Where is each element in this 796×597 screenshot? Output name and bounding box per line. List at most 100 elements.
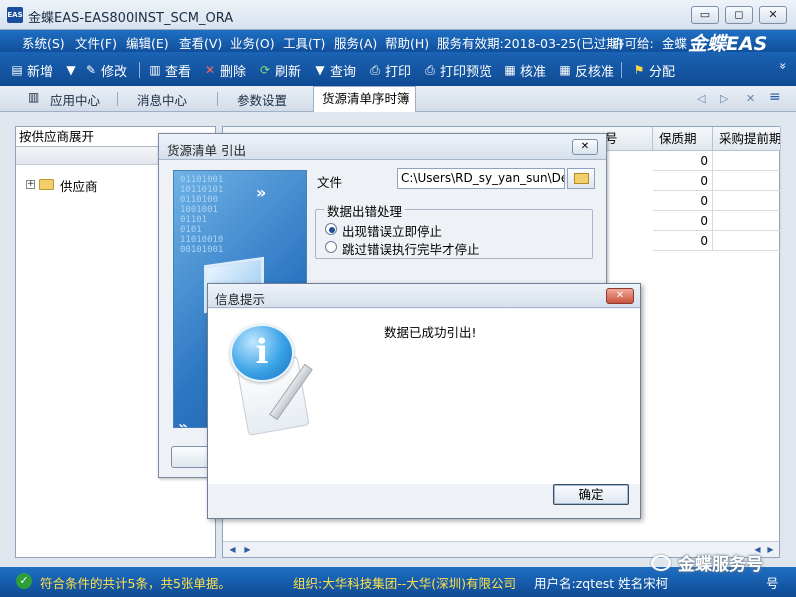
grid-cell[interactable]: 0 xyxy=(653,191,713,211)
grid-cell[interactable]: 0 xyxy=(653,231,713,251)
menubar: 系统(S) 文件(F) 编辑(E) 查看(V) 业务(O) 工具(T) 服务(A… xyxy=(0,30,796,55)
tab-next-icon[interactable]: ▷ xyxy=(720,92,728,105)
menu-edit[interactable]: 编辑(E) xyxy=(126,33,169,52)
view-button-label: 查看 xyxy=(165,64,192,80)
menu-help[interactable]: 帮助(H) xyxy=(385,33,429,52)
refresh-button[interactable]: ⟳ 刷新 xyxy=(258,61,302,80)
grid-header-shelf-life[interactable]: 保质期 xyxy=(653,127,713,151)
grid-header-number[interactable]: 号 xyxy=(603,127,653,151)
tab-close-icon[interactable]: ✕ xyxy=(746,92,755,105)
app-logo-icon: EAS xyxy=(7,7,23,23)
filter-icon: ▼ xyxy=(315,63,325,77)
menu-service[interactable]: 服务(A) xyxy=(334,33,377,52)
unapprove-button[interactable]: ▦ 反核准 xyxy=(558,61,615,80)
tree-node-supplier[interactable]: 供应商 xyxy=(60,176,98,195)
watermark-text: 金蝶服务号 xyxy=(678,555,763,575)
edit-button[interactable]: ✎ 修改 xyxy=(84,61,128,80)
radio-skip-errors-label[interactable]: 跳过错误执行完毕才停止 xyxy=(342,239,480,258)
export-dialog-close-button[interactable]: ✕ xyxy=(572,139,598,155)
edit-button-label: 修改 xyxy=(101,64,128,80)
menu-view[interactable]: 查看(V) xyxy=(179,33,222,52)
radio-stop-on-error[interactable] xyxy=(325,223,337,235)
tree-expand-icon[interactable]: + xyxy=(26,180,35,189)
scroll-right-icon[interactable]: ▶ xyxy=(241,543,254,556)
info-letter: i xyxy=(255,332,269,372)
grid-cell[interactable]: 0 xyxy=(653,211,713,231)
assign-button[interactable]: ⚑ 分配 xyxy=(632,61,676,80)
status-extra-text: 号 xyxy=(766,576,779,591)
toolbar-overflow-button[interactable]: » xyxy=(776,57,790,75)
scroll-left-icon[interactable]: ◀ xyxy=(226,543,239,556)
toolbar-separator xyxy=(621,62,622,78)
tab-menu-icon[interactable]: ≡ xyxy=(769,89,781,105)
grid-cell[interactable]: 0 xyxy=(653,171,713,191)
new-button[interactable]: ▤ 新增 xyxy=(10,61,53,80)
ok-button[interactable]: 确定 xyxy=(553,484,629,505)
grid-cell-empty[interactable] xyxy=(713,151,781,171)
info-dialog: 信息提示 ✕ i 数据已成功引出! 确定 xyxy=(207,283,641,519)
export-dialog-button[interactable] xyxy=(171,446,211,468)
grid-header-lead-time[interactable]: 采购提前期 xyxy=(713,127,781,151)
info-icon: i xyxy=(230,324,294,382)
record-count-text: 符合条件的共计5条，共5张单据。 xyxy=(40,576,231,591)
browse-file-button[interactable] xyxy=(567,168,595,189)
approve-button-label: 核准 xyxy=(520,64,547,80)
info-message: 数据已成功引出! xyxy=(384,325,477,340)
error-handling-group: 数据出错处理 出现错误立即停止 跳过错误执行完毕才停止 xyxy=(315,201,593,259)
error-handling-title: 数据出错处理 xyxy=(324,201,406,220)
menu-system[interactable]: 系统(S) xyxy=(22,33,65,52)
status-bar: ✓ 符合条件的共计5条，共5张单据。 组织:大华科技集团--大华(深圳)有限公司… xyxy=(0,567,796,597)
export-dialog-title: 货源清单 引出 xyxy=(167,143,246,158)
refresh-button-label: 刷新 xyxy=(275,64,302,80)
unapprove-icon: ▦ xyxy=(559,63,571,77)
grid-cell-empty[interactable] xyxy=(713,171,781,191)
radio-skip-errors[interactable] xyxy=(325,241,337,253)
grid-cell-empty[interactable] xyxy=(713,191,781,211)
delete-button[interactable]: ✕ 删除 xyxy=(203,61,247,80)
menu-tools[interactable]: 工具(T) xyxy=(283,33,325,52)
delete-x-icon: ✕ xyxy=(204,63,216,77)
grid-cell-empty[interactable] xyxy=(713,211,781,231)
minimize-button[interactable]: ▭ xyxy=(691,6,719,24)
window-close-button[interactable]: ✕ xyxy=(759,6,787,24)
tab-source-list[interactable]: 货源清单序时簿 xyxy=(313,86,416,112)
file-path-input[interactable]: C:\Users\RD_sy_yan_sun\Des xyxy=(397,168,565,189)
user-info-text: 用户名:zqtest 姓名宋柯 xyxy=(534,576,669,591)
query-button[interactable]: ▼ 查询 xyxy=(313,61,356,80)
grid-cell-empty[interactable] xyxy=(713,231,781,251)
view-button[interactable]: ▥ 查看 xyxy=(148,61,192,80)
grid-cell[interactable]: 0 xyxy=(653,151,713,171)
print-button[interactable]: ⎙ 打印 xyxy=(368,61,411,80)
radio-stop-on-error-label[interactable]: 出现错误立即停止 xyxy=(342,221,442,240)
approve-button[interactable]: ▦ 核准 xyxy=(503,61,547,80)
maximize-button[interactable]: ◻ xyxy=(725,6,753,24)
unapprove-button-label: 反核准 xyxy=(575,64,615,80)
new-dropdown-arrow[interactable]: ▼ xyxy=(64,61,78,79)
license-label: 许可给: xyxy=(612,36,654,51)
tab-message-center[interactable]: 消息中心 xyxy=(137,90,187,110)
tab-app-center[interactable]: 应用中心 xyxy=(50,90,100,110)
menu-file[interactable]: 文件(F) xyxy=(75,33,117,52)
view-icon: ▥ xyxy=(149,63,161,77)
service-expiry-text: 服务有效期:2018-03-25(已过期) xyxy=(437,36,624,51)
menu-business[interactable]: 业务(O) xyxy=(230,33,275,52)
chevron-double-icon: » xyxy=(776,62,790,70)
new-doc-icon: ▤ xyxy=(11,63,23,77)
organization-text: 组织:大华科技集团--大华(深圳)有限公司 xyxy=(293,576,516,591)
chevron-down-icon: ▼ xyxy=(66,63,76,77)
tab-prev-icon[interactable]: ◁ xyxy=(697,92,705,105)
info-dialog-close-button[interactable]: ✕ xyxy=(606,288,634,304)
folder-open-icon xyxy=(574,173,589,184)
tab-parameter-settings[interactable]: 参数设置 xyxy=(237,90,287,110)
print-icon: ⎙ xyxy=(370,63,380,77)
assign-button-label: 分配 xyxy=(649,64,676,80)
scroll-right-icon[interactable]: ▶ xyxy=(764,543,777,556)
license-user: 金蝶 xyxy=(662,36,688,51)
print-preview-button[interactable]: ⎙ 打印预览 xyxy=(423,61,492,80)
info-dialog-titlebar: 信息提示 ✕ xyxy=(208,284,640,308)
tab-separator xyxy=(217,92,218,106)
delete-button-label: 删除 xyxy=(220,64,247,80)
info-dialog-body: i 数据已成功引出! xyxy=(208,309,640,484)
app-center-icon: ▥ xyxy=(28,90,40,104)
toolbar-separator xyxy=(139,62,140,78)
